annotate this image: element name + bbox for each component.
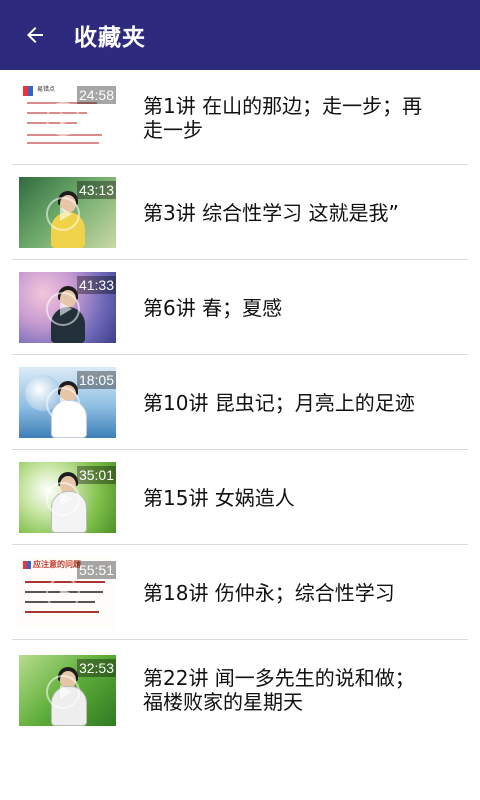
duration-label: 24:58 <box>76 86 116 104</box>
video-title: 第3讲 综合性学习 这就是我” <box>143 200 399 225</box>
favorites-list: 易错点 24:58 第1讲 在山的那边；走一步；再走一步 43:13 第3讲 综… <box>0 70 480 740</box>
list-item[interactable]: 18:05 第10讲 昆虫记；月亮上的足迹 <box>0 355 480 450</box>
video-title: 第10讲 昆虫记；月亮上的足迹 <box>143 390 415 415</box>
video-thumbnail: 35:01 <box>19 462 116 533</box>
duration-label: 55:51 <box>76 561 116 579</box>
video-thumbnail: 43:13 <box>19 177 116 248</box>
list-item[interactable]: 易错点 24:58 第1讲 在山的那边；走一步；再走一步 <box>0 70 480 165</box>
video-thumbnail: 应注意的问题 55:51 <box>19 557 116 628</box>
duration-label: 43:13 <box>76 181 116 199</box>
slide-caption: 易错点 <box>37 86 56 93</box>
video-title: 第1讲 在山的那边；走一步；再走一步 <box>143 93 423 142</box>
video-thumbnail: 41:33 <box>19 272 116 343</box>
play-icon <box>46 577 80 611</box>
list-item[interactable]: 35:01 第15讲 女娲造人 <box>0 450 480 545</box>
play-icon <box>46 197 80 231</box>
video-thumbnail: 易错点 24:58 <box>19 82 116 153</box>
app-bar: 收藏夹 <box>0 0 480 70</box>
duration-label: 41:33 <box>76 276 116 294</box>
duration-label: 32:53 <box>76 658 116 677</box>
duration-label: 18:05 <box>76 371 116 389</box>
slide-line <box>25 611 99 613</box>
slide-line <box>27 142 99 144</box>
video-title: 第15讲 女娲造人 <box>143 485 295 510</box>
play-icon <box>46 387 80 421</box>
video-title: 第18讲 伤仲永；综合性学习 <box>143 580 395 605</box>
logo-icon <box>23 86 33 96</box>
list-item[interactable]: 41:33 第6讲 春；夏感 <box>0 260 480 355</box>
list-item[interactable]: 43:13 第3讲 综合性学习 这就是我” <box>0 165 480 260</box>
video-title: 第6讲 春；夏感 <box>143 295 283 320</box>
play-icon <box>46 102 80 136</box>
slide-caption: 应注意的问题 <box>33 559 81 569</box>
play-icon <box>46 674 80 709</box>
list-item[interactable]: 应注意的问题 55:51 第18讲 伤仲永；综合性学习 <box>0 545 480 640</box>
list-item[interactable]: 32:53 第22讲 闻一多先生的说和做；福楼败家的星期天 <box>0 640 480 740</box>
video-thumbnail: 18:05 <box>19 367 116 438</box>
play-icon <box>46 292 80 326</box>
duration-label: 35:01 <box>76 466 116 484</box>
page-title: 收藏夹 <box>74 25 146 51</box>
play-icon <box>46 482 80 516</box>
logo-icon <box>23 561 31 569</box>
back-button[interactable] <box>0 0 70 70</box>
video-title: 第22讲 闻一多先生的说和做；福楼败家的星期天 <box>143 666 415 714</box>
arrow-left-icon <box>27 27 43 43</box>
video-thumbnail: 32:53 <box>19 654 116 726</box>
